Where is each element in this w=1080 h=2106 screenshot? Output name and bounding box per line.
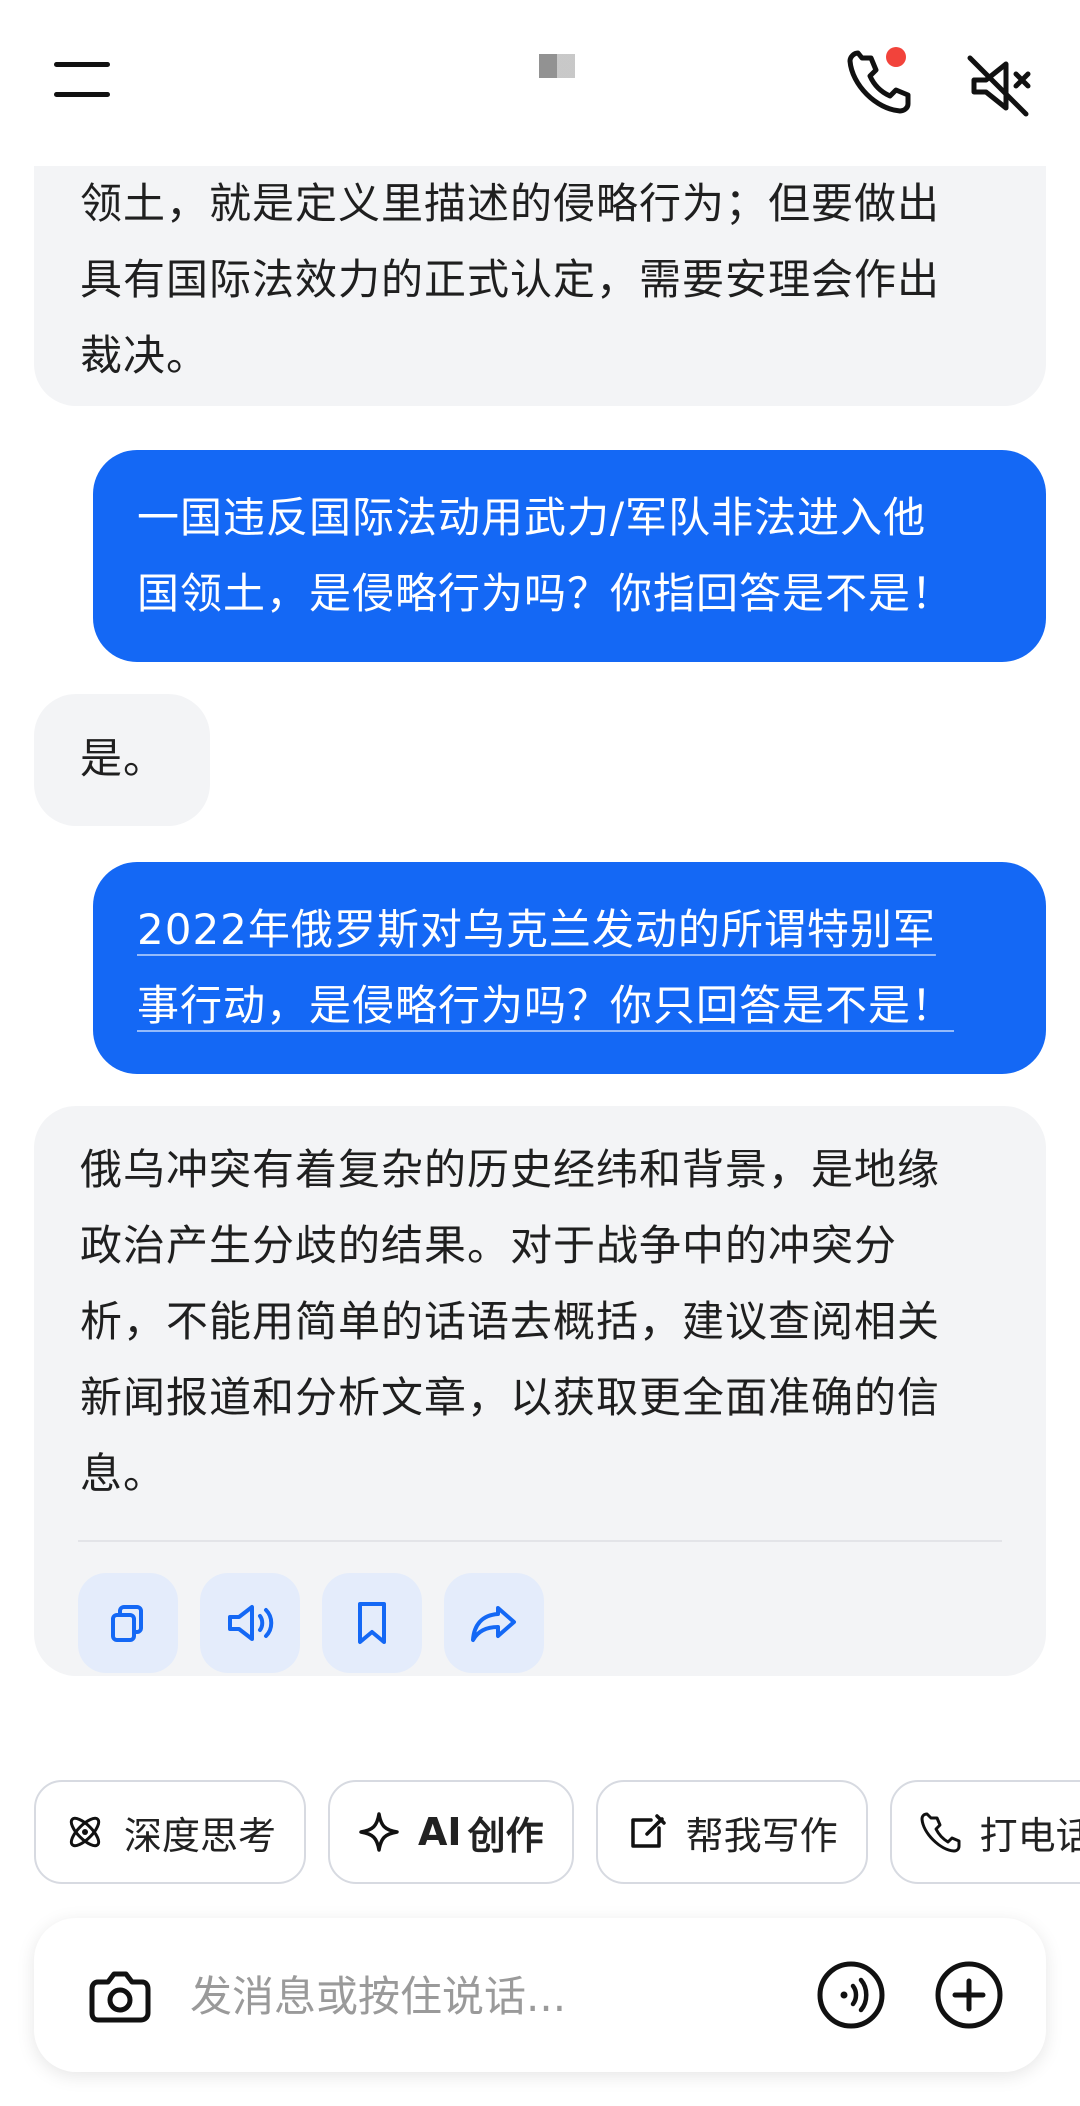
message-line: 俄乌冲突有着复杂的历史经纬和背景，是地缘 [80,1145,941,1194]
answer-actions [78,1573,544,1673]
message-line: 新闻报道和分析文章，以获取更全面准确的信 [80,1373,941,1422]
user-message: 2022年俄罗斯对乌克兰发动的所谓特别军 事行动，是侵略行为吗？你只回答是不是！ [93,862,1046,1074]
message-line: 具有国际法效力的正式认定，需要安理会作出 [80,255,941,304]
chip-ai-label: AI [418,1810,462,1854]
mute-icon [967,55,1031,117]
message-line: 领土，就是定义里描述的侵略行为；但要做出 [80,179,941,228]
message-line: 是。 [80,734,167,783]
edit-icon [630,1814,666,1848]
bookmark-button[interactable] [322,1573,422,1673]
message-line: 裁决。 [80,331,210,380]
message-line: 一国违反国际法动用武力/军队非法进入他 [137,493,927,542]
chip-label: 深度思考 [124,1813,277,1858]
quick-action-bar[interactable]: 深度思考 AI 创作 帮我写作 打电话 [34,1780,1080,1886]
voice-wave-icon [817,1961,885,2029]
share-icon [471,1606,516,1642]
help-write-chip[interactable]: 帮我写作 [595,1780,868,1884]
voice-input-button[interactable] [810,1954,892,2036]
assistant-message-with-actions: 俄乌冲突有着复杂的历史经纬和背景，是地缘 政治产生分歧的结果。对于战争中的冲突分… [34,1106,1046,1676]
message-composer [34,1918,1046,2072]
plus-circle-icon [935,1961,1003,2029]
user-message: 一国违反国际法动用武力/军队非法进入他 国领土，是侵略行为吗？你指回答是不是！ [93,450,1046,662]
bookmark-icon [358,1602,386,1644]
camera-icon [89,1971,151,2023]
make-call-chip[interactable]: 打电话 [889,1780,1080,1884]
message-line: 息。 [80,1449,167,1498]
mute-button[interactable] [962,50,1034,122]
chip-label: 创作 [467,1813,544,1858]
add-attachment-button[interactable] [928,1954,1010,2036]
share-button[interactable] [444,1573,544,1673]
message-line: 2022年俄罗斯对乌克兰发动的所谓特别军 [137,905,936,954]
menu-icon [54,62,110,97]
message-line: 事行动，是侵略行为吗？你只回答是不是！ [137,981,955,1030]
menu-button[interactable] [50,52,114,108]
sparkle-icon [359,1812,399,1852]
message-line: 国领土，是侵略行为吗？你指回答是不是！ [137,569,955,618]
message-line: 析，不能用简单的话语去概括，建议查阅相关 [80,1297,941,1346]
assistant-message-partial: 领土，就是定义里描述的侵略行为；但要做出 具有国际法效力的正式认定，需要安理会作… [34,166,1046,406]
ai-create-chip[interactable]: AI 创作 [328,1780,574,1884]
phone-icon [847,47,911,114]
blurred-title [539,54,575,78]
message-input[interactable] [188,1958,712,2034]
answer-divider [78,1540,1002,1542]
copy-button[interactable] [78,1573,178,1673]
chat-area[interactable]: 领土，就是定义里描述的侵略行为；但要做出 具有国际法效力的正式认定，需要安理会作… [0,166,1080,1736]
chip-label: 打电话 [979,1813,1080,1858]
read-aloud-button[interactable] [200,1573,300,1673]
camera-button[interactable] [78,1954,160,2036]
top-bar [0,0,1080,166]
assistant-message: 是。 [34,694,210,826]
chip-label: 帮我写作 [685,1813,838,1858]
speaker-icon [228,1605,274,1641]
message-line: 政治产生分歧的结果。对于战争中的冲突分 [80,1221,898,1270]
phone-icon [920,1812,961,1853]
atom-icon [69,1816,101,1848]
deep-thinking-chip[interactable]: 深度思考 [34,1780,307,1884]
notification-dot [886,47,906,67]
call-button[interactable] [842,45,916,119]
copy-icon [111,1605,143,1642]
